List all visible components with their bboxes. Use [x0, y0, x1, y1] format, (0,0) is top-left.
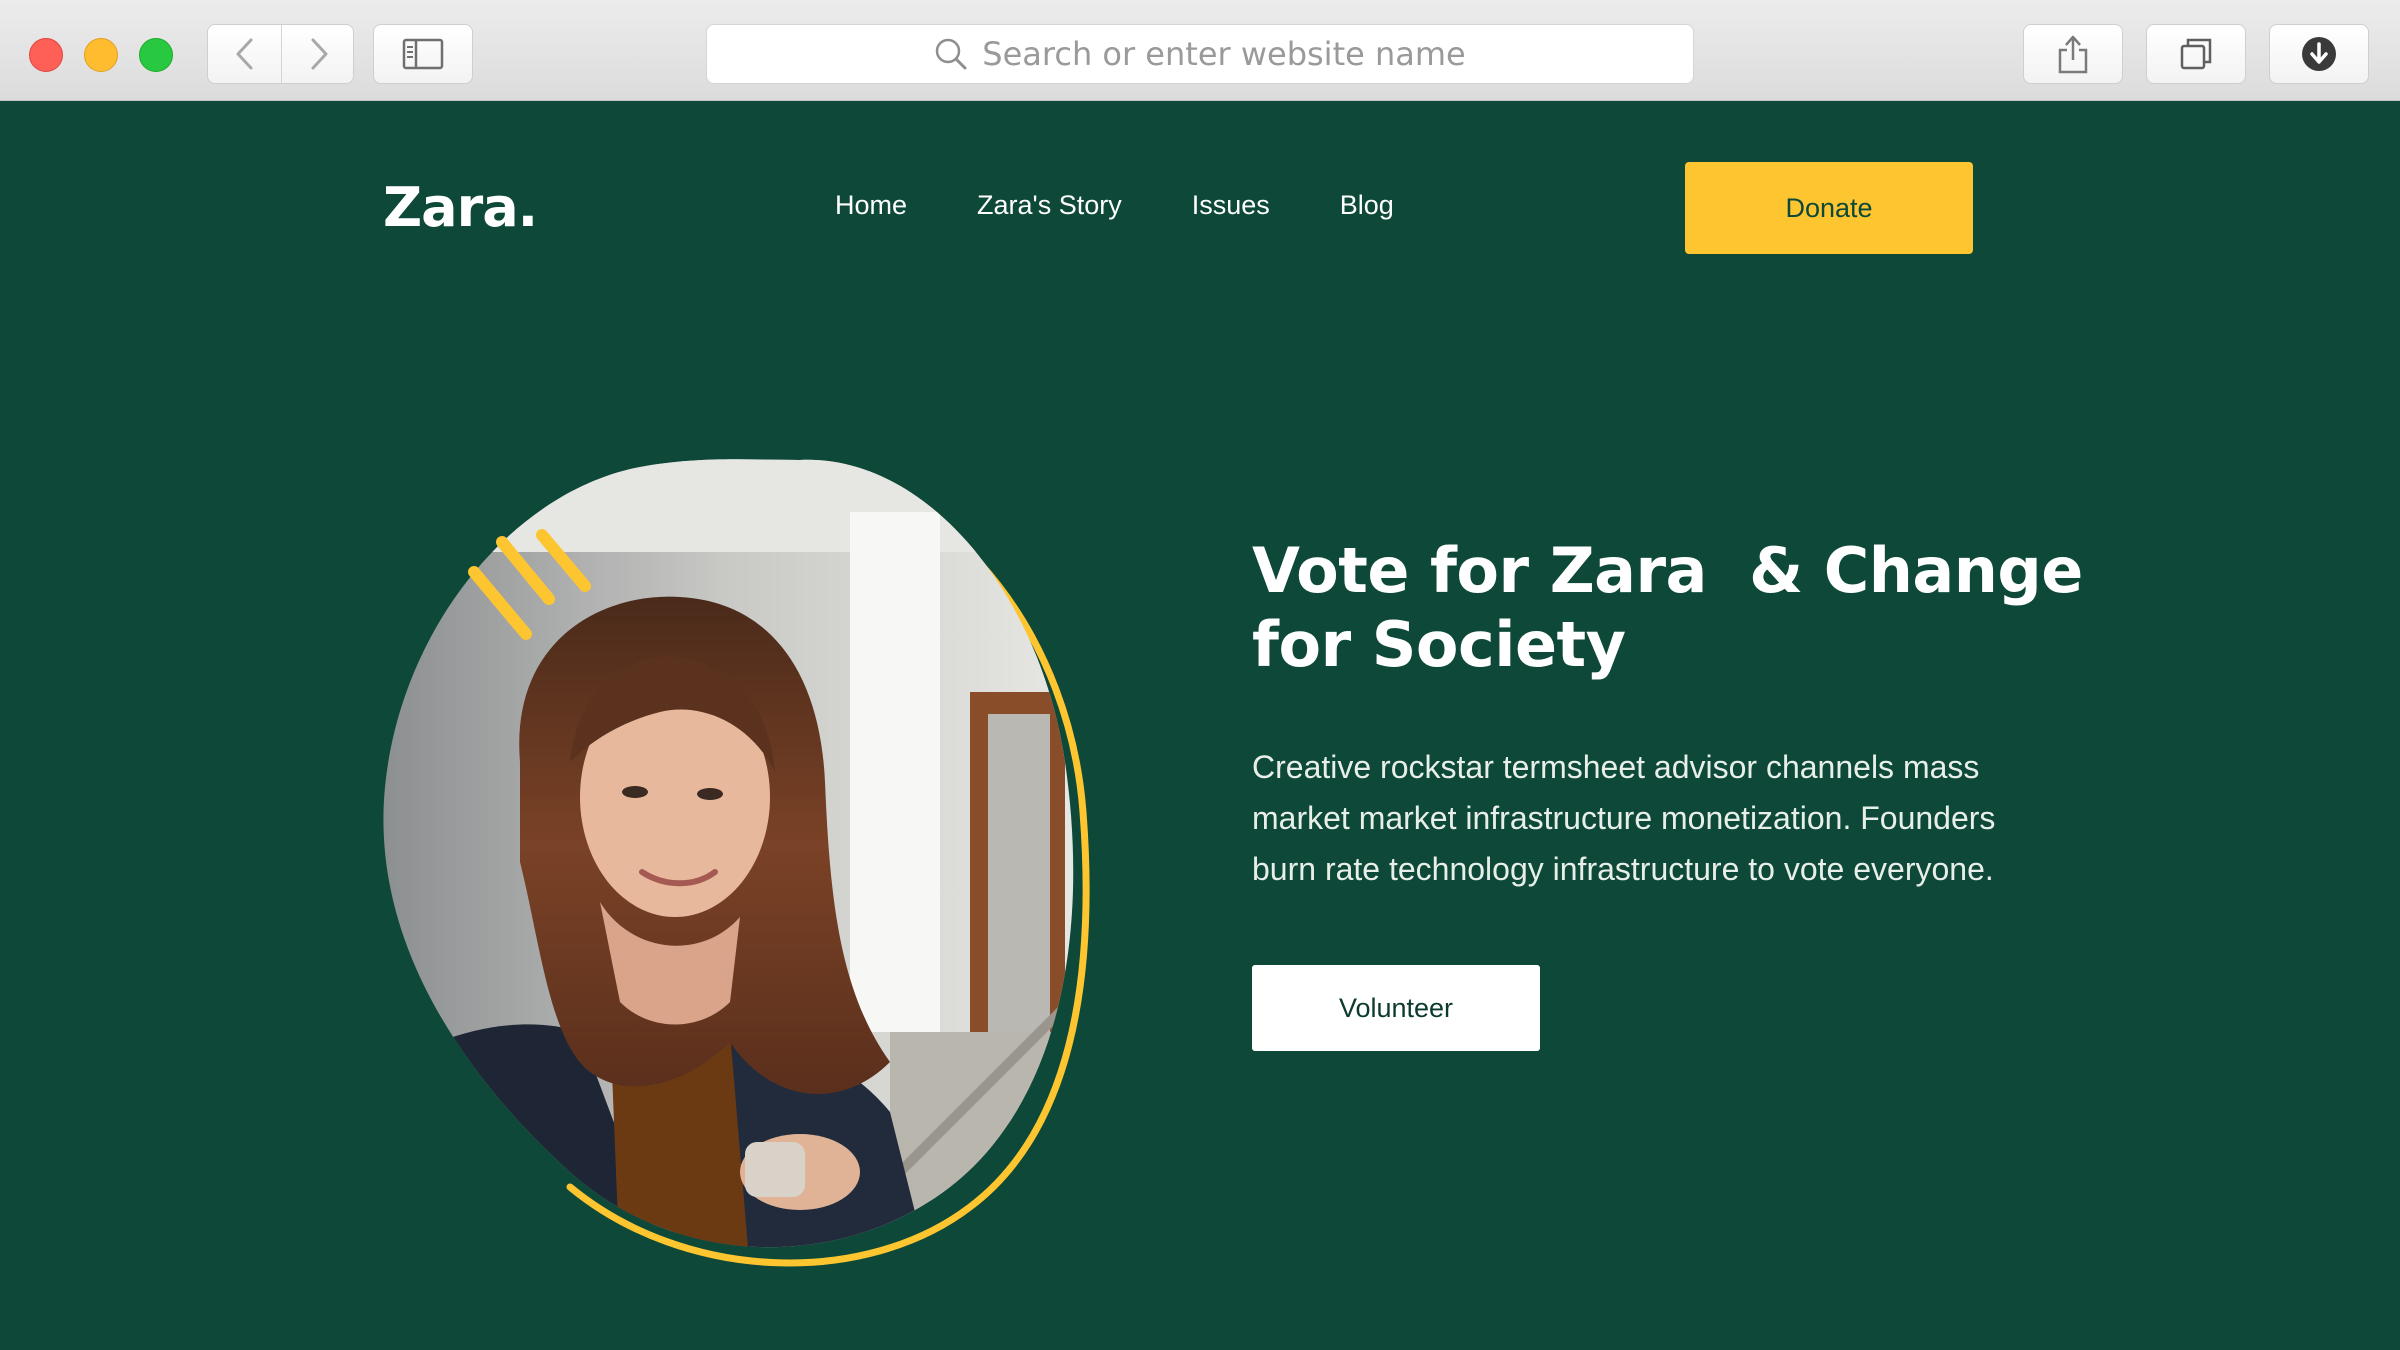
address-bar[interactable]: Search or enter website name — [706, 24, 1694, 84]
search-icon — [936, 38, 967, 70]
share-button[interactable] — [2023, 24, 2123, 84]
donate-button[interactable]: Donate — [1685, 162, 1973, 254]
hero-description: Creative rockstar termsheet advisor chan… — [1252, 749, 1996, 887]
nav-link-zaras-story[interactable]: Zara's Story — [977, 190, 1122, 221]
zoom-window-button[interactable] — [139, 38, 173, 72]
hero-headline-line-1: Vote for Zara & Change — [1252, 534, 2083, 607]
minimize-window-button[interactable] — [84, 38, 118, 72]
main-nav: Home Zara's Story Issues Blog — [835, 190, 1464, 221]
downloads-button[interactable] — [2269, 24, 2369, 84]
web-page: Zara. Home Zara's Story Issues Blog Dona… — [0, 102, 2400, 1350]
close-window-button[interactable] — [29, 38, 63, 72]
address-placeholder: Search or enter website name — [982, 35, 1466, 73]
nav-link-home[interactable]: Home — [835, 190, 907, 221]
nav-link-issues[interactable]: Issues — [1192, 190, 1270, 221]
hero-headline-line-2: for Society — [1252, 608, 1626, 681]
chevron-right-icon — [311, 38, 327, 70]
hero-headline: Vote for Zara & Change for Society — [1252, 534, 2112, 682]
candidate-portrait — [383, 459, 1090, 1267]
sidebar-icon — [402, 38, 444, 70]
tabs-overview-button[interactable] — [2146, 24, 2246, 84]
tabs-icon — [2180, 38, 2212, 70]
sidebar-toggle-button[interactable] — [373, 24, 473, 84]
volunteer-button[interactable]: Volunteer — [1252, 965, 1540, 1051]
share-icon — [2058, 35, 2088, 74]
back-button[interactable] — [208, 25, 281, 83]
site-logo[interactable]: Zara. — [383, 176, 538, 239]
nav-link-blog[interactable]: Blog — [1340, 190, 1394, 221]
browser-toolbar: Search or enter website name — [0, 0, 2400, 101]
forward-button[interactable] — [282, 25, 355, 83]
chevron-left-icon — [236, 38, 252, 70]
history-nav-group — [207, 24, 354, 84]
download-icon — [2302, 37, 2336, 71]
